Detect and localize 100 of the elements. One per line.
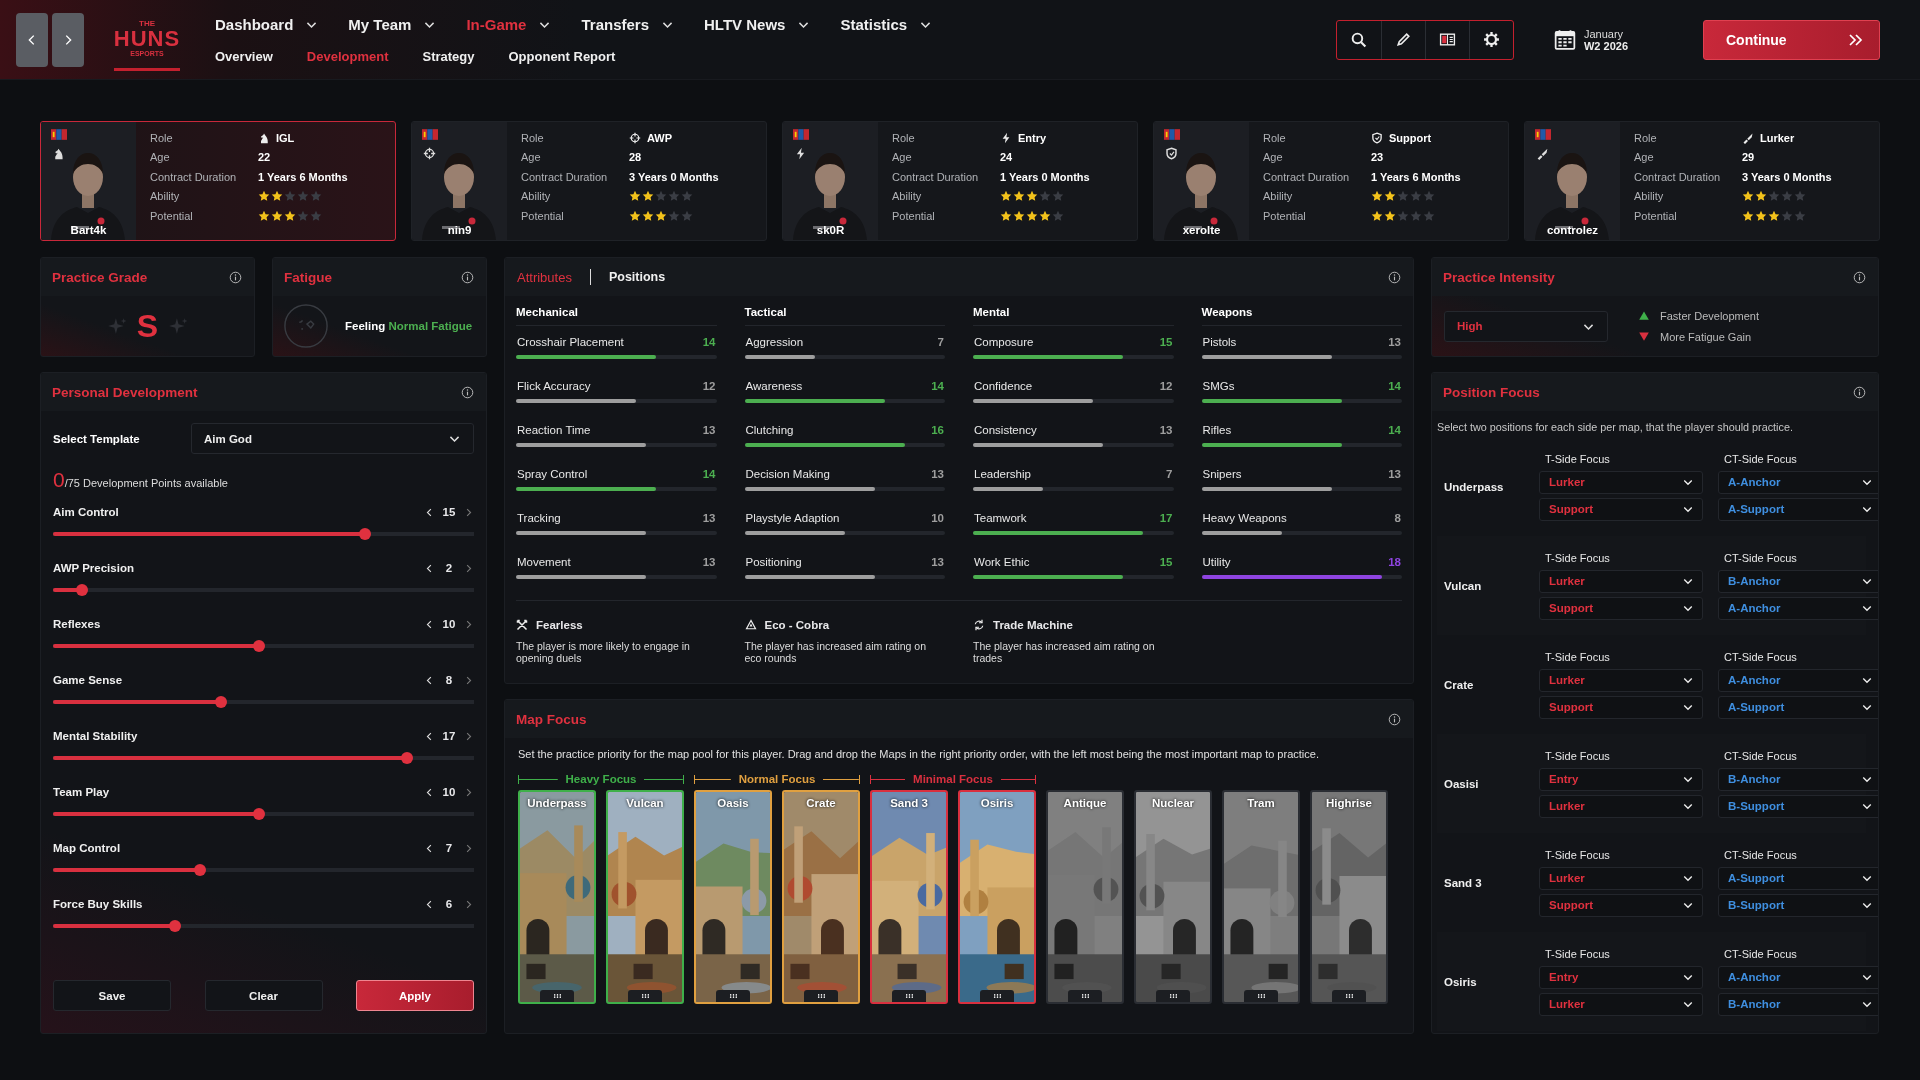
slider-thumb[interactable] [253, 640, 266, 652]
star-icon [1781, 209, 1793, 222]
slider-thumb[interactable] [215, 696, 228, 708]
map-card[interactable]: Oasis [694, 790, 772, 1004]
slider-thumb[interactable] [400, 752, 413, 764]
attribute-value: 15 [1159, 556, 1173, 568]
position-select[interactable]: Entry [1539, 965, 1703, 989]
tab[interactable]: Attributes [517, 269, 572, 285]
slider-thumb[interactable] [194, 864, 207, 876]
position-select[interactable]: Lurker [1539, 569, 1703, 593]
slider-thumb[interactable] [358, 528, 371, 540]
player-card[interactable]: Bart4k Role IGL Age 22 Contract Duration 1 Years 6 Months Ability Potential [40, 121, 396, 241]
position-select[interactable]: Support [1539, 893, 1703, 917]
nav-tab[interactable]: Development [306, 48, 389, 64]
nav-tab[interactable]: Strategy [422, 48, 475, 64]
position-select[interactable]: A-Anchor [1718, 668, 1878, 692]
player-card[interactable]: nin9 Role AWP Age 28 Contract Duration 3 Years 0 Months Ability Potential [411, 121, 767, 241]
position-select[interactable]: A-Anchor [1718, 596, 1878, 620]
position-select[interactable]: Lurker [1539, 668, 1703, 692]
menu-item[interactable]: My Team [348, 15, 437, 33]
shield-icon [1165, 147, 1178, 160]
menu-item[interactable]: HLTV News [704, 15, 811, 33]
forward-button[interactable] [52, 12, 84, 67]
player-card[interactable]: controlez Role Lurker Age 29 Contract Duration 3 Years 0 Months Ability Potential [1524, 121, 1880, 241]
position-select[interactable]: Lurker [1539, 794, 1703, 818]
map-card[interactable]: Underpass [518, 790, 596, 1004]
star-icon [1794, 190, 1806, 203]
position-select[interactable]: Lurker [1539, 470, 1703, 494]
drag-handle[interactable] [804, 990, 838, 1002]
map-card[interactable]: Nuclear [1134, 790, 1212, 1004]
slider-thumb[interactable] [76, 584, 89, 596]
map-card[interactable]: Highrise [1310, 790, 1388, 1004]
nav-tab[interactable]: Opponent Report [508, 48, 616, 64]
map-card[interactable]: Crate [782, 790, 860, 1004]
menu-item[interactable]: Statistics [840, 15, 933, 33]
drag-handle[interactable] [716, 990, 750, 1002]
info-icon[interactable] [229, 270, 242, 284]
slider-label: Team Play [53, 786, 110, 798]
drag-handle[interactable] [980, 990, 1014, 1002]
drag-handle[interactable] [628, 990, 662, 1002]
player-card[interactable]: sk0R Role Entry Age 24 Contract Duration 1 Years 0 Months Ability Potential [782, 121, 1138, 241]
position-select[interactable]: B-Anchor [1718, 569, 1878, 593]
position-select[interactable]: Lurker [1539, 866, 1703, 890]
info-icon[interactable] [461, 270, 474, 284]
info-icon[interactable] [1388, 712, 1401, 726]
map-card[interactable]: Antique [1046, 790, 1124, 1004]
drag-handle[interactable] [1244, 990, 1278, 1002]
tab[interactable]: Positions [608, 270, 666, 284]
map-card[interactable]: Tram [1222, 790, 1300, 1004]
slider-thumb[interactable] [253, 808, 266, 820]
info-icon[interactable] [1853, 270, 1866, 284]
position-select[interactable]: A-Support [1718, 695, 1878, 719]
action-button[interactable]: Clear [204, 980, 323, 1011]
menu-item[interactable]: In-Game [466, 15, 552, 33]
template-select[interactable]: Aim God [191, 423, 474, 454]
star-icon [1000, 190, 1012, 203]
position-select[interactable]: B-Support [1718, 893, 1878, 917]
position-select[interactable]: B-Anchor [1718, 992, 1878, 1016]
continue-button[interactable]: Continue [1703, 19, 1880, 60]
drag-handle[interactable] [892, 990, 926, 1002]
drag-handle[interactable] [1156, 990, 1190, 1002]
attribute-name: SMGs [1202, 380, 1235, 392]
nav-tab[interactable]: Overview [215, 48, 273, 64]
player-card[interactable]: xerolte Role Support Age 23 Contract Duration 1 Years 6 Months Ability Potential [1153, 121, 1509, 241]
position-select[interactable]: Support [1539, 497, 1703, 521]
slider-value: 2 [444, 562, 454, 574]
field-label: Contract Duration [1634, 170, 1722, 183]
position-select[interactable]: A-Anchor [1718, 470, 1878, 494]
map-card[interactable]: Sand 3 [870, 790, 948, 1004]
position-select[interactable]: A-Support [1718, 866, 1878, 890]
intensity-select[interactable]: High [1444, 310, 1608, 342]
action-button[interactable]: Apply [356, 980, 474, 1011]
attribute-name: Rifles [1202, 424, 1232, 436]
star-icon [1039, 209, 1051, 222]
star-icon [1384, 190, 1396, 203]
position-select[interactable]: A-Anchor [1718, 965, 1878, 989]
position-select[interactable]: Entry [1539, 767, 1703, 791]
position-select[interactable]: B-Support [1718, 794, 1878, 818]
position-select[interactable]: Support [1539, 596, 1703, 620]
attribute-value: 10 [931, 512, 944, 524]
slider-thumb[interactable] [169, 920, 182, 932]
info-icon[interactable] [461, 385, 474, 399]
info-icon[interactable] [1388, 270, 1401, 284]
menu-item[interactable]: Dashboard [215, 15, 319, 33]
attribute-name: Flick Accuracy [517, 380, 591, 392]
map-name: Osiris [979, 797, 1015, 809]
menu-item[interactable]: Transfers [581, 15, 674, 33]
drag-handle[interactable] [1068, 990, 1102, 1002]
info-icon[interactable] [1853, 385, 1866, 399]
trait-description: The player has increased aim rating on trades [973, 640, 1156, 665]
drag-handle[interactable] [540, 990, 574, 1002]
action-button[interactable]: Save [53, 980, 171, 1011]
attribute-value: 16 [931, 424, 944, 436]
position-select[interactable]: Lurker [1539, 992, 1703, 1016]
back-button[interactable] [16, 12, 48, 67]
drag-handle[interactable] [1332, 990, 1366, 1002]
position-select[interactable]: A-Support [1718, 497, 1878, 521]
field-label: Ability [150, 190, 181, 203]
position-select[interactable]: Support [1539, 695, 1703, 719]
position-select[interactable]: B-Anchor [1718, 767, 1878, 791]
